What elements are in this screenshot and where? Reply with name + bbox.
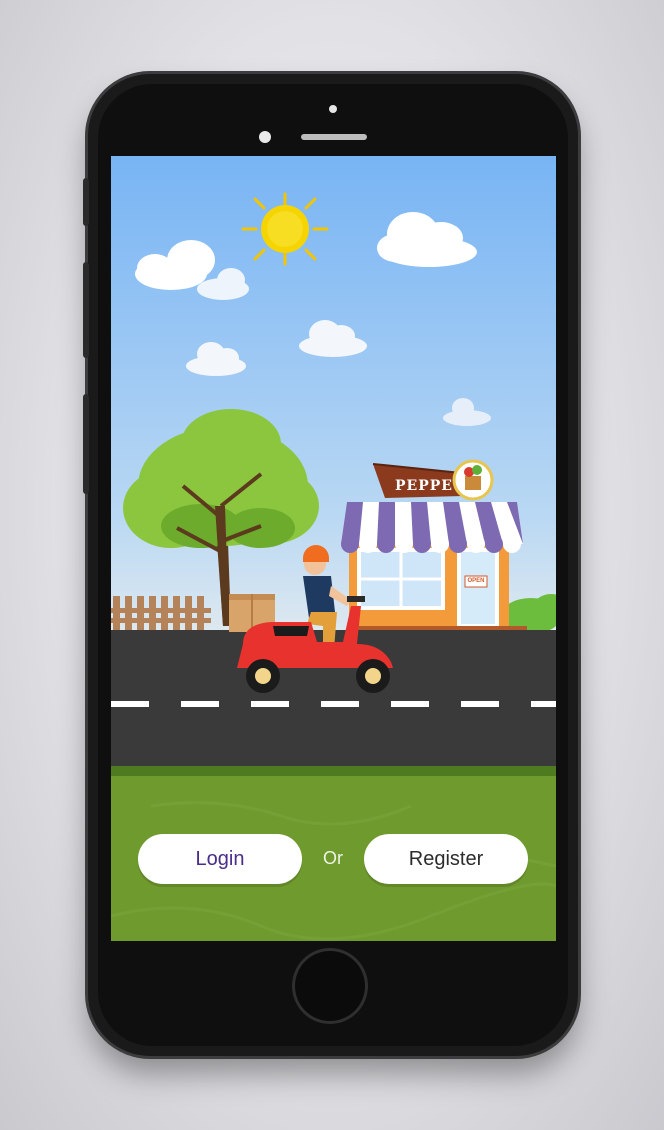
volume-down-button — [83, 394, 89, 494]
front-camera — [259, 131, 271, 143]
open-door-sign: OPEN — [467, 578, 485, 584]
login-button[interactable]: Login — [138, 834, 302, 884]
proximity-sensor — [329, 105, 337, 113]
earpiece-speaker — [301, 134, 367, 140]
or-separator: Or — [323, 848, 343, 868]
mute-switch — [83, 178, 89, 226]
app-screen: PEPPE OPEN Login Or Register — [111, 156, 556, 941]
home-button[interactable] — [292, 948, 368, 1024]
shop-sign-text: PEPPE — [395, 478, 453, 494]
delivery-scene-illustration — [111, 156, 556, 941]
register-button[interactable]: Register — [364, 834, 528, 884]
volume-up-button — [83, 262, 89, 358]
